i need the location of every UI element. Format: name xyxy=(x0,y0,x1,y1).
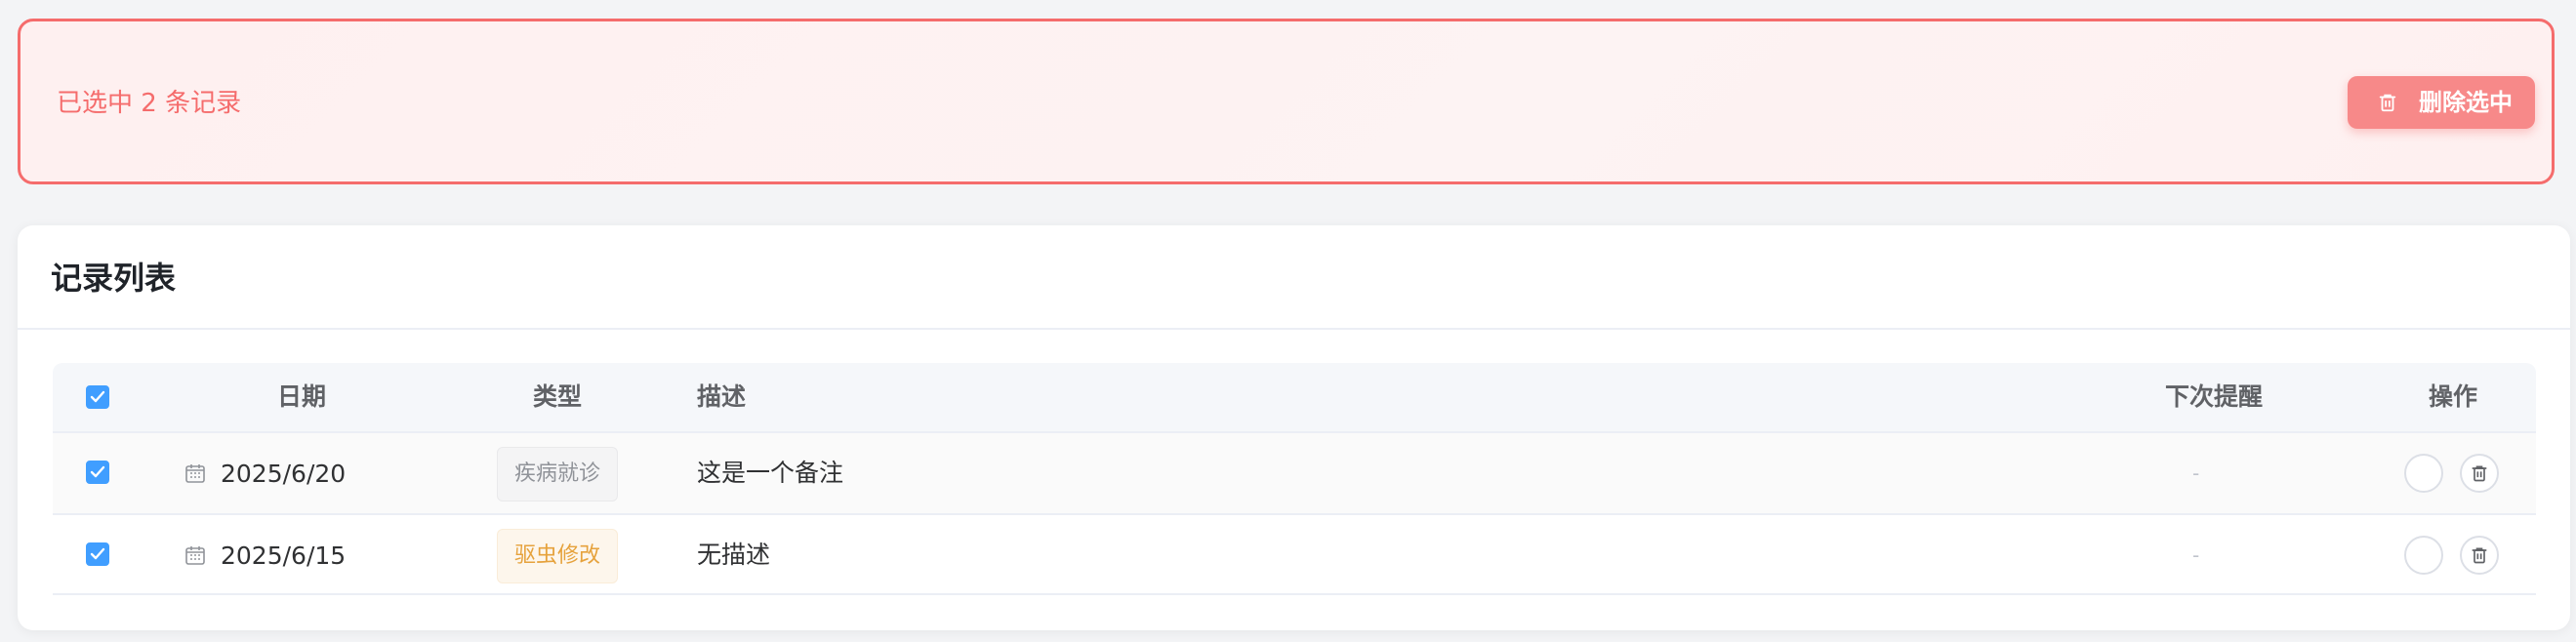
checkmark-icon xyxy=(90,547,105,560)
trash-icon xyxy=(2379,94,2396,112)
header-type: 类型 xyxy=(533,382,583,411)
delete-selected-label: 删除选中 xyxy=(2419,89,2513,116)
date-text: 2025/6/15 xyxy=(221,541,347,570)
edit-button[interactable] xyxy=(2404,536,2443,575)
select-all-checkbox[interactable] xyxy=(86,385,109,409)
table-row: 2025/6/15 驱虫修改 无描述 - xyxy=(53,513,2536,595)
table-header: 日期 类型 描述 下次提醒 操作 xyxy=(53,363,2536,431)
trash-icon xyxy=(2472,547,2487,564)
trash-icon xyxy=(2472,465,2487,482)
date-cell: 2025/6/20 xyxy=(184,433,346,513)
description-cell: 无描述 xyxy=(697,541,771,569)
selected-count-text: 已选中 2 条记录 xyxy=(57,89,242,118)
checkmark-icon xyxy=(90,465,105,478)
header-date: 日期 xyxy=(277,382,327,411)
row-checkbox[interactable] xyxy=(86,461,109,484)
card-title: 记录列表 xyxy=(51,260,177,297)
calendar-icon xyxy=(185,546,205,565)
header-description: 描述 xyxy=(697,382,747,411)
edit-button[interactable] xyxy=(2404,454,2443,493)
date-text: 2025/6/20 xyxy=(221,459,347,488)
date-cell: 2025/6/15 xyxy=(184,515,346,595)
record-list-card: 记录列表 日期 类型 描述 下次提醒 操作 2025/6/20 疾病就诊 这是一… xyxy=(18,225,2570,630)
header-next-reminder: 下次提醒 xyxy=(2165,382,2264,411)
records-table: 日期 类型 描述 下次提醒 操作 2025/6/20 疾病就诊 这是一个备注 -… xyxy=(53,363,2536,595)
row-delete-button[interactable] xyxy=(2460,536,2499,575)
next-reminder-cell: - xyxy=(2192,461,2200,485)
type-tag: 驱虫修改 xyxy=(497,529,618,583)
header-actions: 操作 xyxy=(2429,382,2478,411)
delete-selected-button[interactable]: 删除选中 xyxy=(2348,76,2535,129)
card-divider xyxy=(18,328,2570,330)
next-reminder-cell: - xyxy=(2192,543,2200,567)
calendar-icon xyxy=(185,464,205,483)
table-row: 2025/6/20 疾病就诊 这是一个备注 - xyxy=(53,431,2536,513)
type-tag: 疾病就诊 xyxy=(497,447,618,502)
selection-banner: 已选中 2 条记录 删除选中 xyxy=(18,19,2555,184)
row-checkbox[interactable] xyxy=(86,542,109,566)
checkmark-icon xyxy=(90,390,105,403)
row-delete-button[interactable] xyxy=(2460,454,2499,493)
description-cell: 这是一个备注 xyxy=(697,459,844,487)
